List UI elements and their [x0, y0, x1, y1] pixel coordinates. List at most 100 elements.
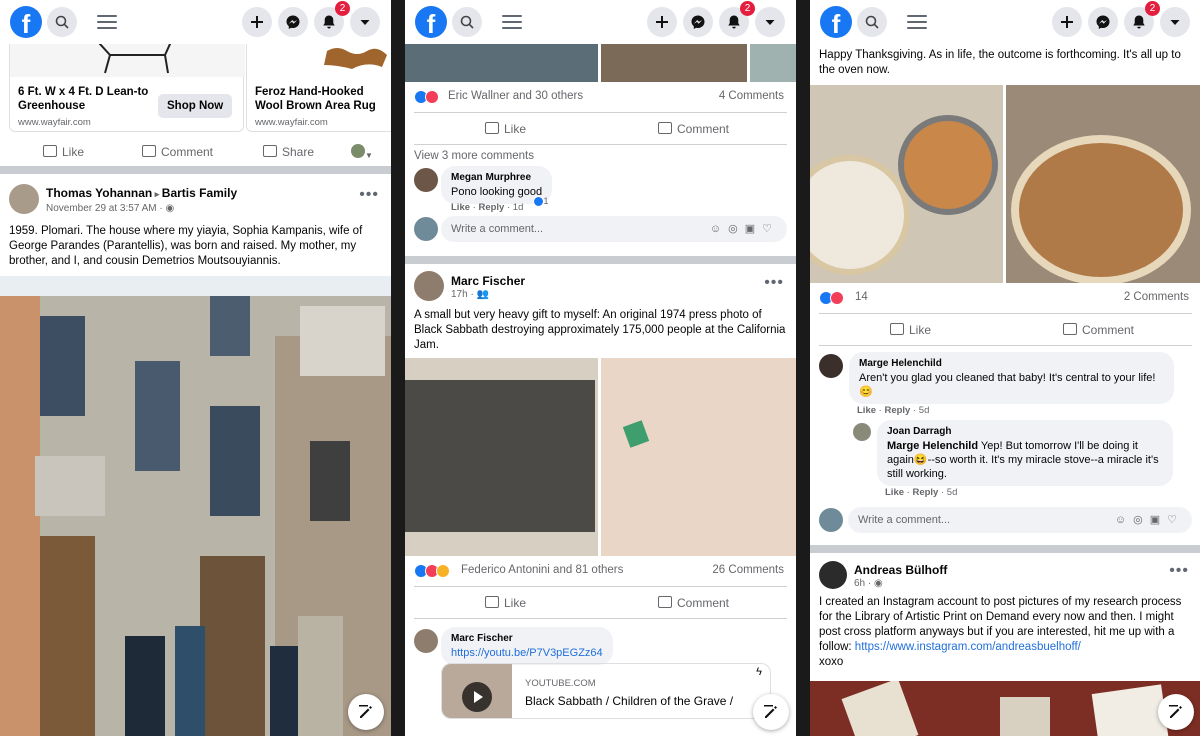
post-photo[interactable] — [0, 276, 391, 736]
more-options-icon[interactable]: ••• — [1169, 562, 1189, 580]
caret-down-icon[interactable] — [755, 7, 785, 37]
compose-button[interactable] — [753, 694, 789, 730]
post-time[interactable]: November 29 at 3:57 AM — [46, 203, 157, 214]
commenter-name[interactable]: Megan Murphree — [451, 171, 542, 185]
plus-icon[interactable] — [1052, 7, 1082, 37]
ad-card-greenhouse[interactable]: 6 Ft. W x 4 Ft. D Lean-to Greenhouse www… — [9, 44, 245, 132]
post-time[interactable]: 17h — [451, 289, 468, 300]
reply-comment: Joan Darragh Marge Helenchild Yep! But t… — [819, 419, 1192, 505]
commenter-name[interactable]: Marc Fischer — [451, 632, 603, 646]
messenger-icon[interactable] — [1088, 7, 1118, 37]
thumbs-up-icon — [485, 122, 499, 134]
messenger-icon[interactable] — [278, 7, 308, 37]
comment-button[interactable]: Comment — [658, 596, 729, 610]
compose-button[interactable] — [348, 694, 384, 730]
commenter-avatar[interactable] — [414, 629, 438, 653]
comments-count[interactable]: 26 Comments — [712, 564, 784, 576]
search-icon[interactable] — [857, 7, 887, 37]
bell-icon[interactable]: 2 — [719, 1, 755, 37]
reactions-summary[interactable]: Federico Antonini and 81 others — [461, 564, 623, 576]
reaction-icons — [414, 90, 439, 104]
comment-button[interactable]: Comment — [658, 122, 729, 136]
write-comment-input[interactable]: Write a comment... ☺◎▣♡ — [848, 507, 1192, 533]
author-name[interactable]: Thomas Yohannan — [46, 186, 152, 200]
plus-icon[interactable] — [242, 7, 272, 37]
post-photo[interactable] — [810, 681, 1200, 736]
photo — [750, 44, 796, 82]
comment-like-link[interactable]: Like — [857, 405, 876, 416]
post-photos[interactable] — [405, 358, 796, 556]
more-options-icon[interactable]: ••• — [359, 186, 379, 204]
compose-button[interactable] — [1158, 694, 1194, 730]
commenter-avatar[interactable] — [819, 354, 843, 378]
commenter-avatar[interactable] — [853, 423, 871, 441]
more-options-icon[interactable]: ••• — [764, 274, 784, 292]
comments-count[interactable]: 4 Comments — [719, 90, 784, 102]
group-name[interactable]: Bartis Family — [162, 186, 237, 200]
caret-down-icon[interactable] — [350, 7, 380, 37]
comment-button[interactable]: Comment — [142, 145, 213, 159]
separator — [0, 166, 391, 174]
author-name[interactable]: Andreas Bülhoff — [854, 563, 947, 577]
like-button[interactable]: Like — [485, 596, 526, 610]
view-more-comments[interactable]: View 3 more comments — [414, 144, 787, 164]
author-avatar[interactable] — [819, 561, 847, 589]
plus-icon[interactable] — [647, 7, 677, 37]
comment-button[interactable]: Comment — [1063, 323, 1134, 337]
comment-tools-icons[interactable]: ☺◎▣♡ — [710, 222, 779, 235]
top-nav-bar: f 2 — [405, 0, 796, 44]
messenger-icon[interactable] — [683, 7, 713, 37]
facebook-logo[interactable]: f — [820, 6, 852, 38]
bell-icon[interactable]: 2 — [1124, 1, 1160, 37]
comment-like-link[interactable]: Like — [885, 487, 904, 498]
comment-link[interactable]: https://youtu.be/P7V3pEGZz64 — [451, 646, 603, 660]
comment-reply-link[interactable]: Reply — [884, 405, 910, 416]
author-avatar[interactable] — [9, 184, 39, 214]
author-avatar[interactable] — [414, 271, 444, 301]
comments-count[interactable]: 2 Comments — [1124, 291, 1189, 303]
author-name[interactable]: Marc Fischer — [451, 274, 525, 288]
comment-like-link[interactable]: Like — [451, 202, 470, 213]
reactions-summary[interactable]: 14 — [855, 291, 868, 303]
search-icon[interactable] — [452, 7, 482, 37]
commenter-avatar[interactable] — [414, 168, 438, 192]
caret-down-icon: ▼ — [365, 151, 373, 160]
bell-icon[interactable]: 2 — [314, 1, 350, 37]
feed: 6 Ft. W x 4 Ft. D Lean-to Greenhouse www… — [0, 44, 391, 736]
comment-reply-link[interactable]: Reply — [912, 487, 938, 498]
search-icon[interactable] — [47, 7, 77, 37]
share-button[interactable]: Share — [263, 145, 314, 159]
comment-reply-link[interactable]: Reply — [478, 202, 504, 213]
menu-icon[interactable] — [96, 12, 118, 32]
shop-now-button[interactable]: Shop Now — [158, 94, 233, 118]
comment: Megan Murphree Pono looking good 1 Like … — [405, 164, 796, 214]
reaction-avatar-selector[interactable]: ▼ — [351, 144, 373, 161]
commenter-name[interactable]: Marge Helenchild — [859, 357, 1164, 371]
play-icon[interactable] — [462, 682, 492, 712]
like-button[interactable]: Like — [485, 122, 526, 136]
facebook-logo[interactable]: f — [10, 6, 42, 38]
comment: Marc Fischer https://youtu.be/P7V3pEGZz6… — [414, 618, 787, 728]
mention-link[interactable]: Marge Helenchild — [887, 440, 978, 452]
like-button[interactable]: Like — [43, 145, 84, 159]
post-photos[interactable] — [810, 85, 1200, 283]
menu-icon[interactable] — [906, 12, 928, 32]
commenter-name[interactable]: Joan Darragh — [887, 425, 1163, 439]
post-time[interactable]: 6h — [854, 578, 865, 589]
write-comment-input[interactable]: Write a comment... ☺◎▣♡ — [441, 216, 787, 242]
globe-icon: ◉ — [165, 203, 175, 214]
facebook-logo[interactable]: f — [415, 6, 447, 38]
like-reaction-icon — [533, 196, 544, 207]
like-button[interactable]: Like — [890, 323, 931, 337]
reactions-summary[interactable]: Eric Wallner and 30 others — [448, 90, 583, 102]
caret-down-icon[interactable] — [1160, 7, 1190, 37]
reactions-row: Federico Antonini and 81 others 26 Comme… — [405, 556, 796, 586]
reactions-row: Eric Wallner and 30 others 4 Comments — [405, 82, 796, 112]
instagram-link[interactable]: https://www.instagram.com/andreasbuelhof… — [855, 641, 1081, 653]
comment-tools-icons[interactable]: ☺◎▣♡ — [1115, 513, 1184, 526]
link-preview-card[interactable]: YOUTUBE.COM Black Sabbath / Children of … — [441, 663, 771, 719]
menu-icon[interactable] — [501, 12, 523, 32]
post-action-row: Like Comment — [414, 112, 787, 144]
ad-card-rug[interactable]: Feroz Hand-Hooked Wool Brown Area Rug ww… — [246, 44, 391, 132]
ad-title: Feroz Hand-Hooked Wool Brown Area Rug — [255, 86, 376, 112]
